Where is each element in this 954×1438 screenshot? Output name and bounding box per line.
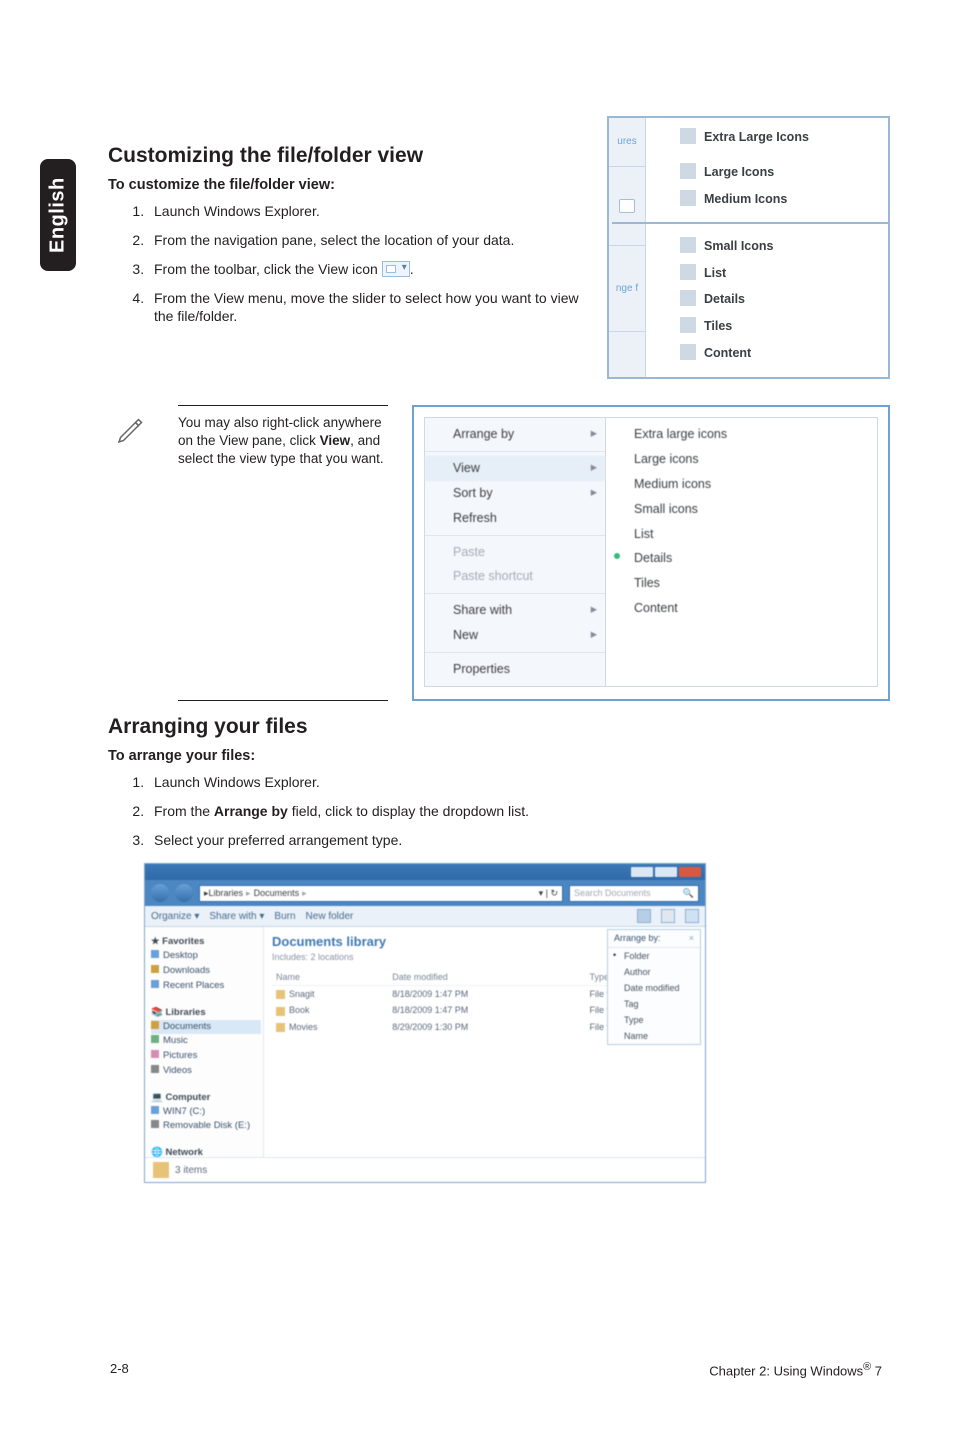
cm-sub-large[interactable]: Large icons <box>606 447 877 472</box>
view-option-content[interactable]: Content <box>680 340 878 367</box>
side-group-computer: 💻 Computer <box>151 1092 261 1105</box>
window-close-icon[interactable] <box>679 867 701 877</box>
dd-name[interactable]: Name <box>608 1028 700 1044</box>
cm-new[interactable]: New <box>425 623 605 648</box>
side-desktop[interactable]: Desktop <box>151 949 261 964</box>
toolbar-burn[interactable]: Burn <box>274 910 295 924</box>
cm-paste-shortcut: Paste shortcut <box>425 564 605 589</box>
section-heading-arranging: Arranging your files <box>108 713 890 741</box>
dd-folder[interactable]: Folder <box>608 948 700 964</box>
view-option-extra-large[interactable]: Extra Large Icons <box>680 124 878 151</box>
dd-date[interactable]: Date modified <box>608 980 700 996</box>
side-recent[interactable]: Recent Places <box>151 979 261 994</box>
side-c-drive[interactable]: WIN7 (C:) <box>151 1105 261 1120</box>
side-group-network: 🌐 Network <box>151 1147 261 1160</box>
arranging-steps: Launch Windows Explorer. From the Arrang… <box>108 773 890 850</box>
cm-sub-list[interactable]: List <box>606 522 877 547</box>
toolbar-organize[interactable]: Organize ▾ <box>151 910 199 924</box>
section-subheading-arranging: To arrange your files: <box>108 747 890 767</box>
nav-forward-icon[interactable] <box>175 884 193 902</box>
side-pictures[interactable]: Pictures <box>151 1049 261 1064</box>
explorer-navbar: ▸ Libraries▸Documents▸ ▾ | ↻ Search Docu… <box>145 880 705 906</box>
dd-type[interactable]: Type <box>608 1012 700 1028</box>
explorer-window: ▸ Libraries▸Documents▸ ▾ | ↻ Search Docu… <box>144 863 706 1183</box>
toolbar-view-icon[interactable] <box>637 909 651 923</box>
cm-refresh[interactable]: Refresh <box>425 506 605 531</box>
explorer-statusbar: 3 items <box>145 1157 705 1182</box>
side-videos[interactable]: Videos <box>151 1064 261 1079</box>
cm-sub-small[interactable]: Small icons <box>606 497 877 522</box>
window-minimize-icon[interactable] <box>631 867 653 877</box>
toolbar-preview-icon[interactable] <box>661 909 675 923</box>
view-option-medium[interactable]: Medium Icons <box>680 186 878 213</box>
view-option-small[interactable]: Small Icons <box>680 233 878 260</box>
view-option-tiles[interactable]: Tiles <box>680 313 878 340</box>
cm-sub-content[interactable]: Content <box>606 596 877 621</box>
cm-paste: Paste <box>425 540 605 565</box>
cm-properties[interactable]: Properties <box>425 657 605 682</box>
page-number: 2-8 <box>110 1360 129 1380</box>
explorer-toolbar: Organize ▾ Share with ▾ Burn New folder <box>145 906 705 927</box>
view-size-popover: ures nge f Extra Large Icons Large Icons… <box>607 116 890 379</box>
popover-tab-cell-2: nge f <box>609 246 645 332</box>
popover-tab-cell: ures <box>609 118 645 167</box>
cm-sort-by[interactable]: Sort by <box>425 481 605 506</box>
context-menu-screenshot: Arrange by View Sort by Refresh Paste Pa… <box>412 405 890 701</box>
side-documents[interactable]: Documents <box>151 1020 261 1035</box>
note-pencil-icon <box>108 405 154 701</box>
status-folder-icon <box>153 1162 169 1178</box>
view-toolbar-icon <box>382 261 410 277</box>
side-group-favorites: ★ Favorites <box>151 936 261 949</box>
cm-share-with[interactable]: Share with <box>425 598 605 623</box>
explorer-main: Documents library Includes: 2 locations … <box>264 927 705 1157</box>
context-menu-left: Arrange by View Sort by Refresh Paste Pa… <box>424 417 606 687</box>
slider-thumb-icon[interactable] <box>619 199 635 213</box>
side-downloads[interactable]: Downloads <box>151 964 261 979</box>
cm-sub-details[interactable]: Details <box>606 546 877 571</box>
explorer-sidebar: ★ Favorites Desktop Downloads Recent Pla… <box>145 927 264 1157</box>
side-group-libraries: 📚 Libraries <box>151 1007 261 1020</box>
search-input[interactable]: Search Documents🔍 <box>569 885 699 902</box>
side-removable[interactable]: Removable Disk (E:) <box>151 1119 261 1134</box>
note-text: You may also right-click anywhere on the… <box>178 405 388 701</box>
popover-slider-cell <box>609 167 645 246</box>
status-count: 3 items <box>175 1164 207 1178</box>
language-tab: English <box>40 159 76 271</box>
library-title: Documents library <box>272 933 386 951</box>
dd-tag[interactable]: Tag <box>608 996 700 1012</box>
toolbar-share[interactable]: Share with ▾ <box>209 910 264 924</box>
side-music[interactable]: Music <box>151 1034 261 1049</box>
explorer-titlebar <box>145 864 705 880</box>
cm-view[interactable]: View <box>425 456 605 481</box>
toolbar-help-icon[interactable] <box>685 909 699 923</box>
dropdown-close-icon[interactable]: × <box>689 932 694 944</box>
dd-author[interactable]: Author <box>608 964 700 980</box>
window-maximize-icon[interactable] <box>655 867 677 877</box>
cm-sub-medium[interactable]: Medium icons <box>606 472 877 497</box>
context-menu-submenu: Extra large icons Large icons Medium ico… <box>606 417 878 687</box>
arr-step-1: Launch Windows Explorer. <box>148 773 890 792</box>
col-date[interactable]: Date modified <box>388 969 585 986</box>
toolbar-newfolder[interactable]: New folder <box>306 910 354 924</box>
view-option-large[interactable]: Large Icons <box>680 159 878 186</box>
arr-step-3: Select your preferred arrangement type. <box>148 831 890 850</box>
arr-step-2: From the Arrange by field, click to disp… <box>148 802 890 821</box>
library-sub: Includes: 2 locations <box>272 951 386 963</box>
footer-chapter: Chapter 2: Using Windows® 7 <box>709 1360 882 1380</box>
cm-sub-tiles[interactable]: Tiles <box>606 571 877 596</box>
cm-arrange-by[interactable]: Arrange by <box>425 422 605 447</box>
view-option-list[interactable]: List <box>680 260 878 287</box>
arrange-dropdown: Arrange by:× Folder Author Date modified… <box>607 929 701 1045</box>
cm-sub-extra-large[interactable]: Extra large icons <box>606 422 877 447</box>
view-option-details[interactable]: Details <box>680 286 878 313</box>
nav-back-icon[interactable] <box>151 884 169 902</box>
address-bar[interactable]: ▸ Libraries▸Documents▸ ▾ | ↻ <box>199 885 563 902</box>
col-name[interactable]: Name <box>272 969 388 986</box>
